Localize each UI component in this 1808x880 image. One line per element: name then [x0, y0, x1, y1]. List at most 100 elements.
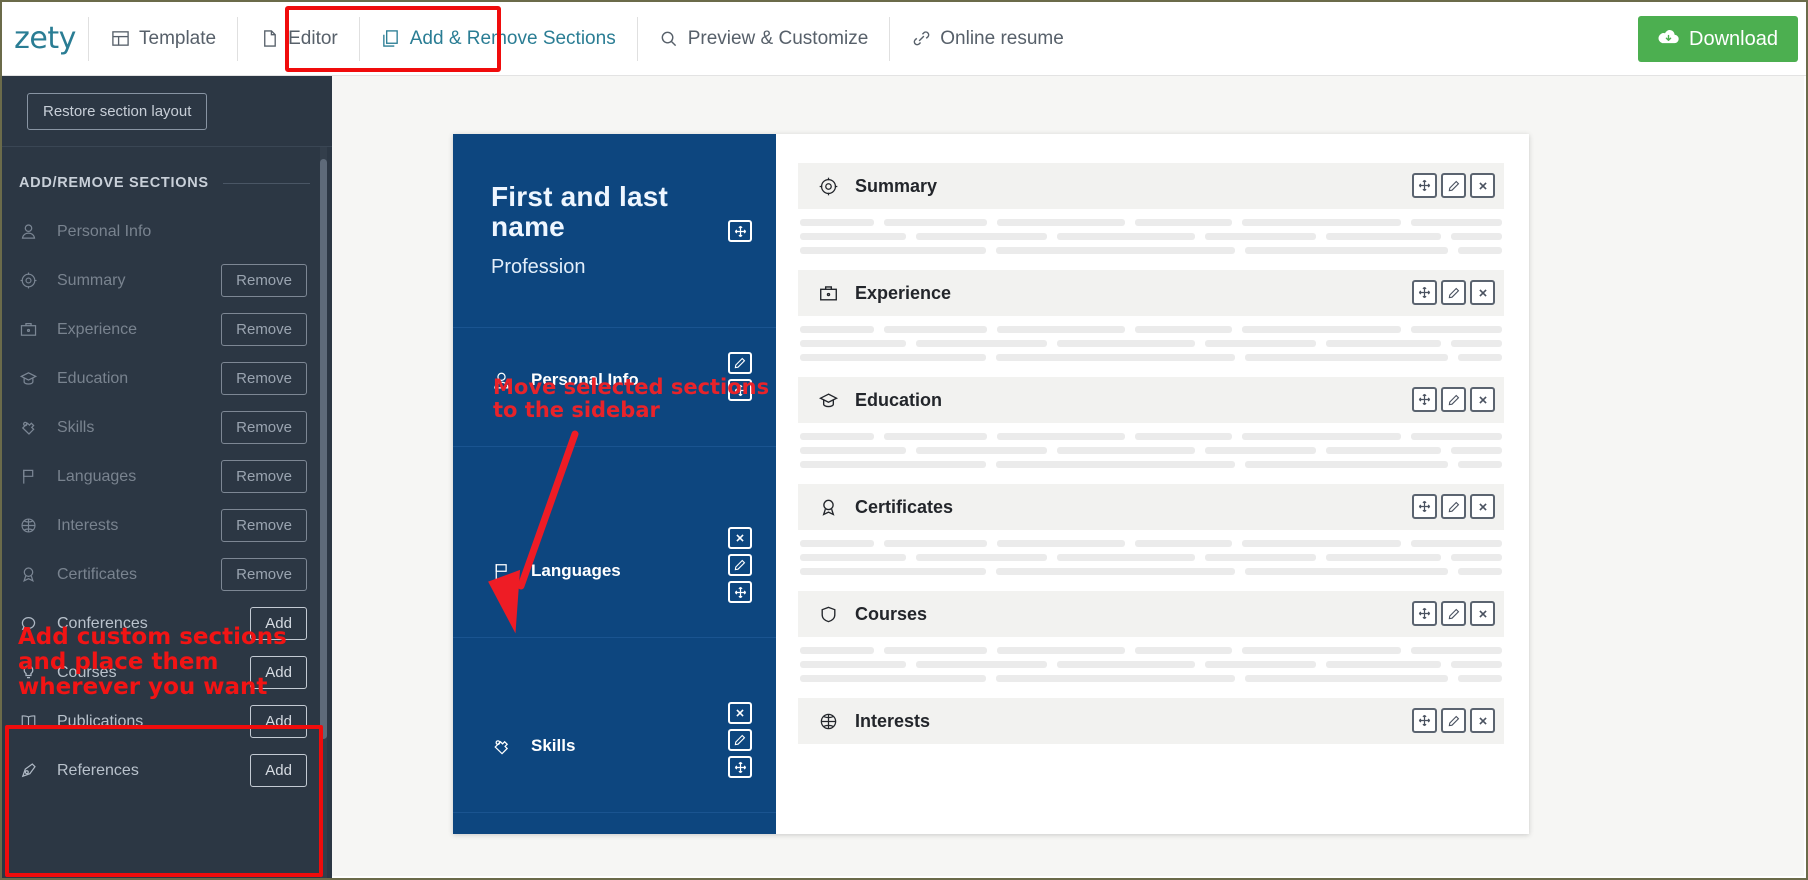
edit-icon[interactable]: [1441, 494, 1466, 519]
edit-icon[interactable]: [1441, 173, 1466, 198]
section-label: Conferences: [57, 614, 148, 632]
move-icon[interactable]: [1412, 387, 1437, 412]
sidebar-section-personal-info[interactable]: Personal Info: [453, 344, 776, 416]
move-icon[interactable]: [728, 581, 752, 603]
close-icon[interactable]: [1470, 280, 1495, 305]
section-label: Skills: [57, 418, 95, 436]
add-button-courses[interactable]: Add: [250, 656, 307, 689]
section-header: Education: [798, 377, 1504, 423]
remove-button-certificates[interactable]: Remove: [221, 558, 307, 591]
remove-button-interests[interactable]: Remove: [221, 509, 307, 542]
nav-item-editor[interactable]: Editor: [238, 2, 359, 76]
nav-label-editor: Editor: [288, 27, 338, 49]
sidebar-section-languages[interactable]: Languages: [453, 527, 776, 607]
award-icon: [818, 497, 848, 518]
resume-section-certificates[interactable]: Certificates: [798, 484, 1504, 575]
content-placeholder: [798, 637, 1504, 682]
section-controls: [1412, 280, 1495, 305]
move-icon[interactable]: [728, 756, 752, 778]
remove-button-skills[interactable]: Remove: [221, 411, 307, 444]
edit-icon[interactable]: [728, 729, 752, 751]
section-row-personal-info[interactable]: Personal Info: [2, 207, 332, 256]
resume-preview-canvas: First and last name Profession Personal …: [332, 76, 1804, 876]
close-icon[interactable]: [1470, 708, 1495, 733]
edit-icon[interactable]: [1441, 280, 1466, 305]
resume-section-interests[interactable]: Interests: [798, 698, 1504, 744]
template-icon: [110, 29, 130, 49]
move-icon[interactable]: [1412, 708, 1437, 733]
skills-controls: [728, 702, 752, 778]
basketball-icon: [19, 515, 49, 537]
close-icon[interactable]: [728, 702, 752, 724]
section-label: Publications: [57, 712, 144, 730]
restore-section-layout-button[interactable]: Restore section layout: [27, 92, 208, 130]
nav-item-template[interactable]: Template: [89, 2, 237, 76]
person-icon: [491, 370, 525, 391]
sidebar-section-skills[interactable]: Skills: [453, 702, 776, 782]
section-row-languages[interactable]: Languages Remove: [2, 452, 332, 501]
section-row-conferences[interactable]: Conferences Add: [2, 599, 332, 648]
target-icon: [19, 270, 49, 292]
section-row-education[interactable]: Education Remove: [2, 354, 332, 403]
remove-button-languages[interactable]: Remove: [221, 460, 307, 493]
section-title: Education: [855, 389, 943, 410]
resume-section-education[interactable]: Education: [798, 377, 1504, 468]
basketball-icon: [818, 711, 848, 732]
move-icon[interactable]: [1412, 494, 1437, 519]
edit-icon[interactable]: [1441, 708, 1466, 733]
add-button-references[interactable]: Add: [250, 754, 307, 787]
section-row-summary[interactable]: Summary Remove: [2, 256, 332, 305]
nav-label-online-resume: Online resume: [940, 27, 1064, 49]
lightbulb-icon: [19, 662, 49, 684]
section-row-references[interactable]: References Add: [2, 746, 332, 795]
close-icon[interactable]: [1470, 601, 1495, 626]
section-row-courses[interactable]: Courses Add: [2, 648, 332, 697]
nav-item-add-remove-sections[interactable]: Add & Remove Sections: [360, 2, 637, 76]
briefcase-icon: [818, 283, 848, 304]
close-icon[interactable]: [1470, 173, 1495, 198]
add-button-publications[interactable]: Add: [250, 705, 307, 738]
move-icon[interactable]: [1412, 280, 1437, 305]
person-icon: [19, 221, 49, 243]
nav-item-preview-customize[interactable]: Preview & Customize: [638, 2, 890, 76]
content-placeholder: [798, 423, 1504, 468]
resume-section-summary[interactable]: Summary: [798, 163, 1504, 254]
move-icon[interactable]: [728, 220, 752, 242]
sidebar-section-label: Languages: [531, 561, 621, 580]
edit-icon[interactable]: [728, 554, 752, 576]
remove-button-education[interactable]: Remove: [221, 362, 307, 395]
section-label: Certificates: [57, 565, 138, 583]
move-icon[interactable]: [1412, 173, 1437, 198]
nav-item-online-resume[interactable]: Online resume: [890, 2, 1085, 76]
scrollbar-thumb[interactable]: [320, 159, 327, 739]
section-label: Courses: [57, 663, 117, 681]
remove-button-experience[interactable]: Remove: [221, 313, 307, 346]
section-row-publications[interactable]: Publications Add: [2, 697, 332, 746]
edit-icon[interactable]: [1441, 387, 1466, 412]
sections-heading: ADD/REMOVE SECTIONS: [2, 175, 332, 191]
close-icon[interactable]: [1470, 494, 1495, 519]
move-icon[interactable]: [728, 379, 752, 401]
section-row-interests[interactable]: Interests Remove: [2, 501, 332, 550]
download-button[interactable]: Download: [1638, 16, 1798, 62]
close-icon[interactable]: [1470, 387, 1495, 412]
restore-layout-row: Restore section layout: [2, 76, 332, 147]
award-icon: [19, 564, 49, 586]
add-button-conferences[interactable]: Add: [250, 607, 307, 640]
edit-icon[interactable]: [1441, 601, 1466, 626]
move-icon[interactable]: [1412, 601, 1437, 626]
section-row-skills[interactable]: Skills Remove: [2, 403, 332, 452]
zety-logo[interactable]: zety: [2, 21, 88, 56]
close-icon[interactable]: [728, 527, 752, 549]
section-row-certificates[interactable]: Certificates Remove: [2, 550, 332, 599]
section-row-experience[interactable]: Experience Remove: [2, 305, 332, 354]
remove-button-summary[interactable]: Remove: [221, 264, 307, 297]
edit-icon[interactable]: [728, 352, 752, 374]
cloud-download-icon: [1658, 28, 1679, 51]
section-label: Personal Info: [57, 222, 152, 240]
section-header: Experience: [798, 270, 1504, 316]
resume-section-experience[interactable]: Experience: [798, 270, 1504, 361]
sidebar-divider: [453, 812, 776, 813]
resume-section-courses[interactable]: Courses: [798, 591, 1504, 682]
